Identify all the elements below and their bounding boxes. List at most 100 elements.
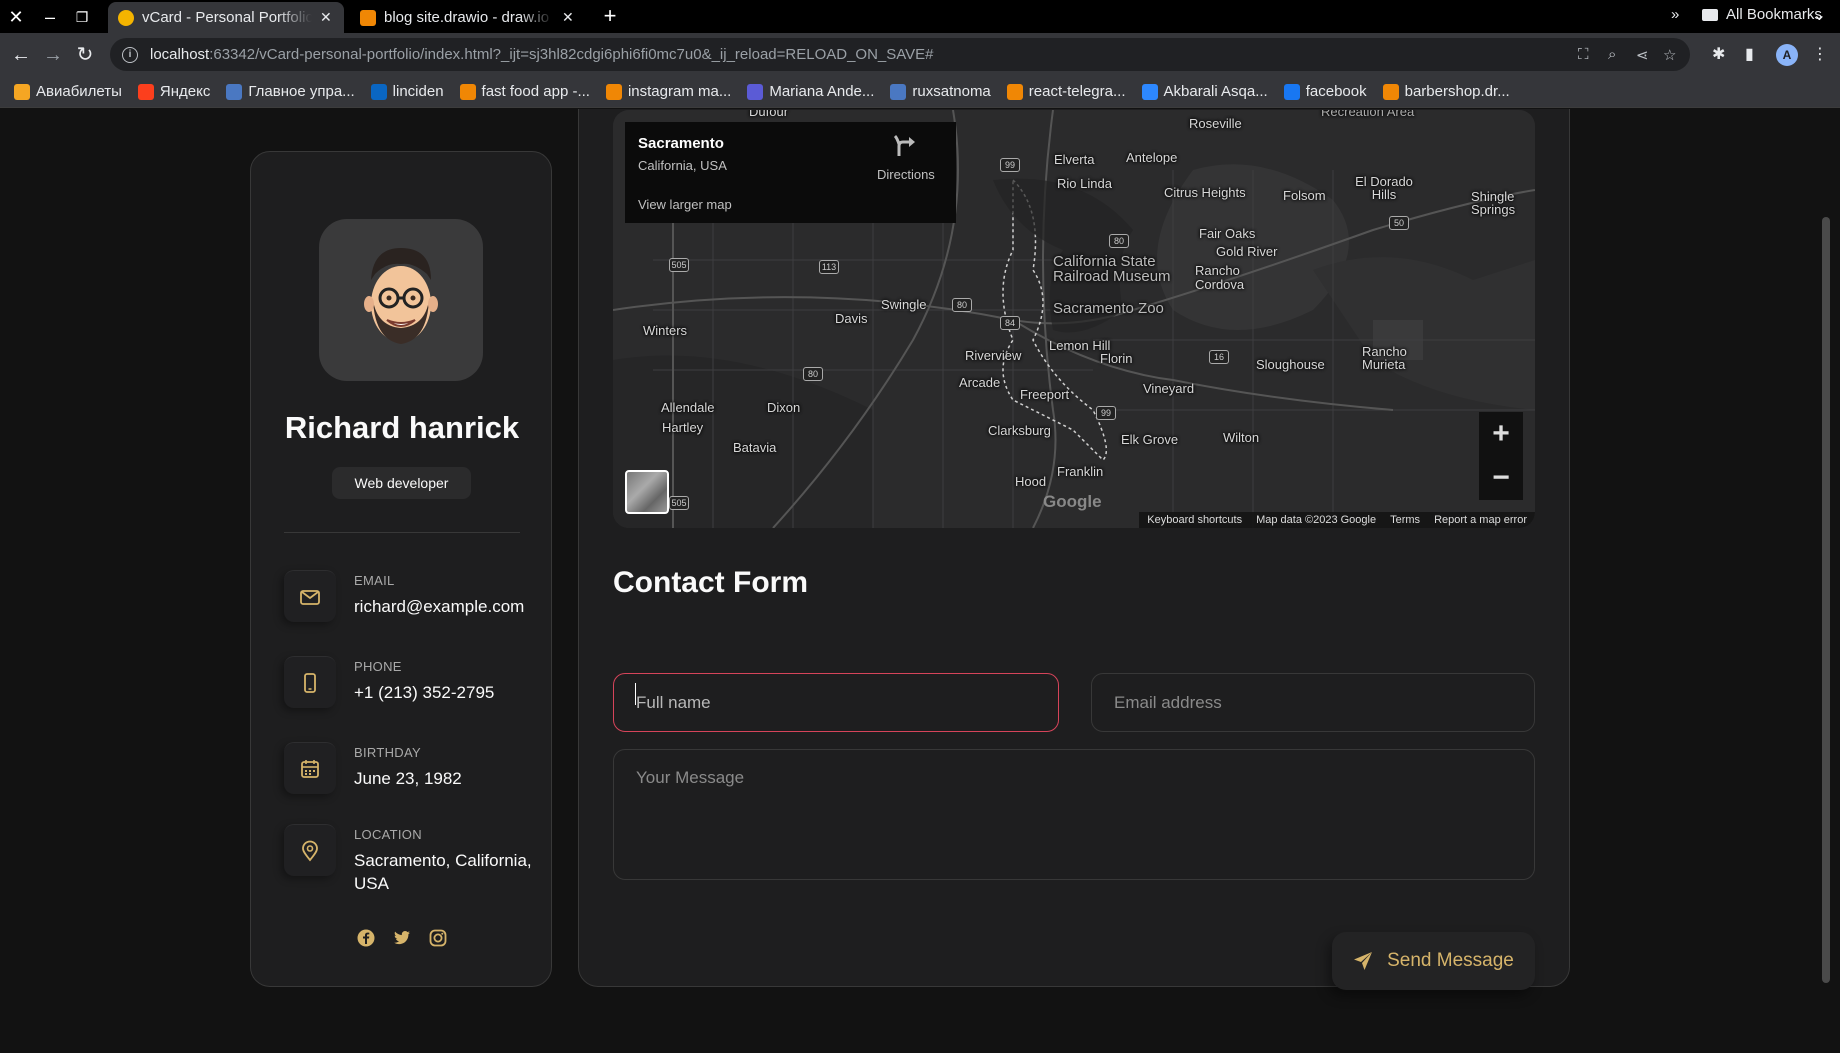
zoom-icon[interactable]: ⌕ <box>1608 46 1616 63</box>
map-place-label: Roseville <box>1189 116 1242 131</box>
profile-avatar[interactable]: A <box>1776 44 1798 66</box>
tab-title: vCard - Personal Portfolio <box>142 9 312 26</box>
url-host: localhost <box>150 46 210 63</box>
extensions-icon[interactable]: ✱ <box>1712 44 1725 64</box>
site-info-icon[interactable]: i <box>122 46 138 63</box>
map-place-label: Sacramento Zoo <box>1053 300 1164 317</box>
contact-form-title: Contact Form <box>613 566 808 599</box>
bookmark-item[interactable]: ruxsatnoma <box>890 83 991 100</box>
map-zoom-control: + − <box>1479 412 1523 500</box>
bookmark-favicon-icon <box>1006 83 1023 100</box>
bookmark-favicon-icon <box>1382 83 1399 100</box>
terms-link[interactable]: Terms <box>1390 512 1420 528</box>
drawio-favicon-icon <box>360 9 376 26</box>
bookmark-favicon-icon <box>137 83 154 100</box>
bookmark-item[interactable]: react-telegra... <box>1006 83 1126 100</box>
bookmark-item[interactable]: fast food app -... <box>459 83 590 100</box>
side-panel-icon[interactable]: ▮ <box>1745 44 1754 64</box>
bookmark-item[interactable]: linciden <box>370 83 444 100</box>
report-map-error-link[interactable]: Report a map error <box>1434 512 1527 528</box>
page-scrollbar[interactable] <box>1822 217 1830 983</box>
calendar-icon <box>284 742 336 794</box>
map-place-label: Davis <box>835 311 868 326</box>
bookmark-favicon-icon <box>1283 83 1300 100</box>
keyboard-shortcuts-link[interactable]: Keyboard shortcuts <box>1147 512 1242 528</box>
email-input[interactable] <box>1091 673 1535 732</box>
map-place-label: Wilton <box>1223 430 1260 445</box>
map-place-label: Elk Grove <box>1121 432 1179 447</box>
send-message-button[interactable]: Send Message <box>1332 932 1535 990</box>
bookmark-star-icon[interactable]: ☆ <box>1663 46 1676 64</box>
bookmark-item[interactable]: Авиабилеты <box>14 83 122 100</box>
phone-link[interactable]: +1 (213) 352-2795 <box>354 681 534 704</box>
bookmark-item[interactable]: Mariana Ande... <box>747 83 874 100</box>
instagram-icon[interactable] <box>429 929 447 947</box>
google-map[interactable]: Sacramento California, USA View larger m… <box>613 110 1535 528</box>
bookmark-favicon-icon <box>890 83 907 100</box>
email-link[interactable]: richard@example.com <box>354 595 534 618</box>
avatar <box>319 219 483 381</box>
view-larger-map-link[interactable]: View larger map <box>638 197 732 212</box>
share-icon[interactable]: ⋖ <box>1636 46 1649 64</box>
close-tab-icon[interactable]: ✕ <box>562 9 576 26</box>
map-satellite-toggle[interactable] <box>625 470 669 514</box>
map-place-label: El Dorado Hills <box>1355 174 1413 202</box>
all-bookmarks-label: All Bookmarks <box>1726 6 1822 23</box>
bookmarks-overflow-chevron[interactable]: » <box>1671 6 1679 23</box>
folder-icon <box>1702 8 1718 21</box>
contact-article: Sacramento California, USA View larger m… <box>578 109 1570 990</box>
back-icon[interactable]: ← <box>8 42 34 68</box>
bookmark-favicon-icon <box>226 83 243 100</box>
map-place-label: Recreation Area <box>1321 110 1415 119</box>
map-place-label: Rancho Murieta <box>1362 344 1407 372</box>
browser-tab-drawio[interactable]: blog site.drawio - draw.io ✕ <box>350 2 586 33</box>
message-textarea[interactable] <box>613 749 1535 880</box>
address-bar[interactable]: i localhost:63342/vCard-personal-portfol… <box>110 38 1690 71</box>
bookmark-label: fast food app -... <box>481 83 590 100</box>
map-place-label: Hartley <box>662 420 704 435</box>
menu-kebab-icon[interactable]: ⋮ <box>1812 44 1828 64</box>
restore-window-icon[interactable]: ❐ <box>70 5 94 29</box>
map-place-label: California State Railroad Museum <box>1053 253 1171 285</box>
directions-link[interactable]: Directions <box>877 167 935 182</box>
google-logo: Google <box>1043 492 1102 511</box>
facebook-icon[interactable] <box>357 929 375 947</box>
contact-label: Location <box>354 827 422 842</box>
close-tab-icon[interactable]: ✕ <box>320 9 334 26</box>
bookmarks-bar: Авиабилеты Яндекс Главное упра... linciden f… <box>0 76 1840 108</box>
forward-icon[interactable]: → <box>40 42 66 68</box>
browser-tab-vcard[interactable]: vCard - Personal Portfolio ✕ <box>108 2 344 33</box>
map-place-label: Hood <box>1015 474 1047 489</box>
bookmark-item[interactable]: Главное упра... <box>226 83 355 100</box>
close-window-icon[interactable]: ✕ <box>4 5 28 29</box>
minimize-window-icon[interactable]: – <box>38 5 62 29</box>
highway-shield: 113 <box>819 260 839 274</box>
bookmark-label: instagram ma... <box>627 83 732 100</box>
bookmark-label: Яндекс <box>159 83 211 100</box>
map-place-label: Rio Linda <box>1057 176 1112 191</box>
zoom-in-button[interactable]: + <box>1479 412 1523 456</box>
bookmark-item[interactable]: Яндекс <box>137 83 211 100</box>
paper-plane-icon <box>1354 952 1373 970</box>
twitter-icon[interactable] <box>393 929 411 947</box>
map-place-label: Citrus Heights <box>1164 185 1246 200</box>
bookmark-item[interactable]: barbershop.dr... <box>1382 83 1510 100</box>
translate-icon[interactable]: ⛶ <box>1578 46 1589 63</box>
location-pin-icon <box>284 824 336 876</box>
directions-icon[interactable] <box>893 132 919 158</box>
all-bookmarks-button[interactable]: All Bookmarks <box>1702 6 1822 23</box>
map-data-attribution: Map data ©2023 Google <box>1256 514 1377 526</box>
map-place-label: Gold River <box>1216 244 1278 259</box>
fullname-input[interactable] <box>613 673 1059 732</box>
bookmark-item[interactable]: Akbarali Asqa... <box>1141 83 1268 100</box>
highway-shield: 80 <box>952 298 972 312</box>
new-tab-icon[interactable]: + <box>598 4 622 28</box>
bookmark-label: barbershop.dr... <box>1404 83 1510 100</box>
highway-shield: 505 <box>669 496 689 510</box>
bookmark-favicon-icon <box>459 83 476 100</box>
highway-shield: 84 <box>1000 316 1020 330</box>
reload-icon[interactable]: ↻ <box>72 42 98 68</box>
bookmark-item[interactable]: facebook <box>1283 83 1367 100</box>
zoom-out-button[interactable]: − <box>1479 456 1523 500</box>
bookmark-item[interactable]: instagram ma... <box>605 83 732 100</box>
